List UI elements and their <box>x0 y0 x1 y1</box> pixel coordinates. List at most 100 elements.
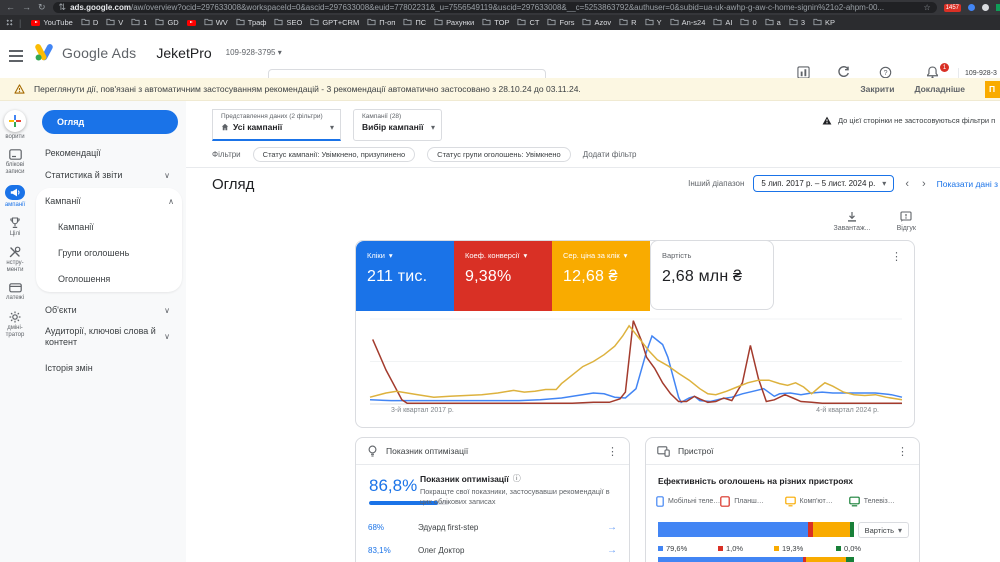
bookmark-item[interactable]: GPT+CRM <box>306 18 363 28</box>
bookmark-item[interactable] <box>183 19 200 26</box>
legend-tablet[interactable]: Планш… <box>720 496 784 507</box>
rail-goals[interactable]: Цілі <box>0 217 30 238</box>
devices-metric-dropdown[interactable]: Вартість ▾ <box>857 522 909 538</box>
extension-badge[interactable]: 1457 <box>943 3 961 12</box>
megaphone-icon <box>5 184 25 200</box>
dropdown-arrow-icon: ▾ <box>388 251 393 260</box>
opt-card-menu-icon[interactable]: ⋮ <box>607 445 618 458</box>
back-icon[interactable]: ← <box>6 3 15 12</box>
nav-overview[interactable]: Огляд <box>42 110 178 134</box>
apps-grid-icon[interactable] <box>6 19 13 26</box>
bookmark-star-icon[interactable]: ☆ <box>923 3 930 12</box>
bookmark-item[interactable]: a <box>761 18 785 28</box>
nav-ad-groups[interactable]: Групи оголошень <box>36 240 182 266</box>
filter-chip-adgroup-status[interactable]: Статус групи оголошень: Увімкнено <box>427 147 571 162</box>
devices-card-menu-icon[interactable]: ⋮ <box>897 445 908 458</box>
bookmark-item[interactable]: AI <box>709 18 736 28</box>
nav-campaigns-section[interactable]: Кампанії ∧ <box>36 188 182 214</box>
metric-tile-clicks[interactable]: Кліки ▾ 211 тис. <box>356 241 454 311</box>
legend-tv[interactable]: Телевіз… <box>848 496 913 507</box>
nav-audiences[interactable]: Аудиторії, ключові слова й контент ∨ <box>42 322 178 352</box>
folder-icon <box>670 18 679 28</box>
banner-more-button[interactable]: Докладніше <box>914 84 965 94</box>
prev-period-button[interactable]: ‹ <box>903 178 911 190</box>
add-filter-button[interactable]: Додати фільтр <box>583 150 637 159</box>
download-icon <box>848 212 857 222</box>
rail-campaigns[interactable]: ампанії <box>0 184 30 209</box>
campaign-select-dropdown[interactable]: Кампанії (28) Вибір кампанії ▾ <box>353 109 442 141</box>
folder-icon <box>547 18 557 28</box>
nav-insights[interactable]: Статистика й звіти ∨ <box>42 164 178 186</box>
bookmark-item[interactable]: An-s24 <box>666 18 710 28</box>
bookmark-item[interactable]: П-оп <box>363 18 399 28</box>
bookmark-item[interactable]: Fors <box>543 18 578 28</box>
url-bar[interactable]: ⇅ ads.google.com/aw/overview?ocid=297633… <box>52 2 937 13</box>
metric-tile-avg-cpc[interactable]: Сер. ціна за клік ▾ 12,68 ₴ <box>552 241 650 311</box>
devices-stacked-bar <box>658 522 854 537</box>
rail-create-button[interactable]: ворити <box>0 110 30 141</box>
extension-icon-green[interactable] <box>996 4 1000 11</box>
folder-icon <box>81 18 90 28</box>
download-button[interactable]: Завантаж... <box>834 211 871 232</box>
devices-card-header: Пристрої ⋮ <box>646 438 919 465</box>
opt-account-row[interactable]: 83,1% Олег Доктор → <box>356 539 629 562</box>
bookmark-item[interactable]: ПС <box>399 18 430 28</box>
bookmark-item[interactable]: Рахунки <box>430 18 478 28</box>
date-range-picker[interactable]: 5 лип. 2017 р. – 5 лист. 2024 р. ▾ <box>753 175 895 192</box>
metric-tile-cost[interactable]: Вартість 2,68 млн ₴ <box>650 240 774 310</box>
bookmark-item[interactable]: KP <box>809 18 839 28</box>
data-view-dropdown[interactable]: Представлення даних (2 фільтри) Усі камп… <box>212 109 341 141</box>
brand-name: Google Ads <box>62 44 137 61</box>
reload-icon[interactable]: ↻ <box>38 3 46 12</box>
bookmark-item[interactable]: 3 <box>785 18 809 28</box>
account-id-selector[interactable]: 109-928-3795 ▾ <box>226 48 282 57</box>
forward-icon[interactable]: → <box>22 3 31 12</box>
bookmark-item[interactable]: CT <box>513 18 543 28</box>
rail-tools[interactable]: нстру- менти <box>0 246 30 274</box>
bookmark-item[interactable]: V <box>102 18 127 28</box>
rail-billing[interactable]: латежі <box>0 282 30 302</box>
bookmark-item[interactable]: WV <box>200 18 232 28</box>
next-period-button[interactable]: › <box>920 178 928 190</box>
bookmark-item[interactable]: D <box>77 18 102 28</box>
bookmark-item[interactable]: GD <box>151 18 182 28</box>
chevron-down-icon: ∨ <box>164 170 170 180</box>
page-title: Огляд <box>212 176 255 193</box>
bookmark-item[interactable]: Y <box>641 18 666 28</box>
opt-account-row[interactable]: 68% Эдуард first-step → <box>356 516 629 539</box>
trophy-icon <box>9 217 21 229</box>
nav-history[interactable]: Історія змін <box>42 357 178 379</box>
banner-close-button[interactable]: Закрити <box>860 84 894 94</box>
bookmark-item[interactable]: 1 <box>127 18 151 28</box>
bookmark-item[interactable]: TOP <box>478 18 513 28</box>
nav-assets[interactable]: Об'єкти ∨ <box>42 299 178 321</box>
info-icon[interactable]: ⓘ <box>513 473 521 484</box>
bookmark-item[interactable]: Azov <box>578 18 615 28</box>
account-name: JeketPro <box>156 44 212 61</box>
date-range-row: Інший діапазон 5 лип. 2017 р. – 5 лист. … <box>688 175 998 192</box>
rail-admin[interactable]: дміні- тратор <box>0 311 30 339</box>
nav-recommendations[interactable]: Рекомендації <box>42 142 178 164</box>
metric-tile-conv-rate[interactable]: Коеф. конверсії ▾ 9,38% <box>454 241 552 311</box>
nav-ads[interactable]: Оголошення <box>36 266 182 292</box>
browser-address-bar: ← → ↻ ⇅ ads.google.com/aw/overview?ocid=… <box>0 0 1000 15</box>
legend-desktop[interactable]: Комп'ют… <box>784 496 849 507</box>
bookmark-item[interactable]: Траф <box>232 18 271 28</box>
filter-chip-campaign-status[interactable]: Статус кампанії: Увімкнено, призупинено <box>252 147 416 162</box>
rail-accounts[interactable]: блікові записи <box>0 149 30 176</box>
bar-segment <box>805 557 847 562</box>
bookmark-item[interactable]: SEO <box>270 18 306 28</box>
bookmark-item[interactable]: YouTube <box>27 18 76 27</box>
bookmark-item[interactable]: 0 <box>736 18 760 28</box>
extension-icon-grey[interactable] <box>982 4 989 11</box>
bookmark-item[interactable]: R <box>615 18 640 28</box>
banner-cta-button[interactable]: П <box>985 80 1000 98</box>
show-data-link[interactable]: Показати дані з <box>937 179 998 189</box>
nav-campaigns[interactable]: Кампанії <box>36 214 182 240</box>
feedback-button[interactable]: Відгук <box>897 211 916 232</box>
folder-icon <box>367 18 376 28</box>
hamburger-menu-icon[interactable] <box>9 50 23 65</box>
overview-card-menu-icon[interactable]: ⋮ <box>891 252 902 263</box>
legend-mobile[interactable]: Мобільні теле… <box>656 496 720 507</box>
extension-icon-blue[interactable] <box>968 4 975 11</box>
